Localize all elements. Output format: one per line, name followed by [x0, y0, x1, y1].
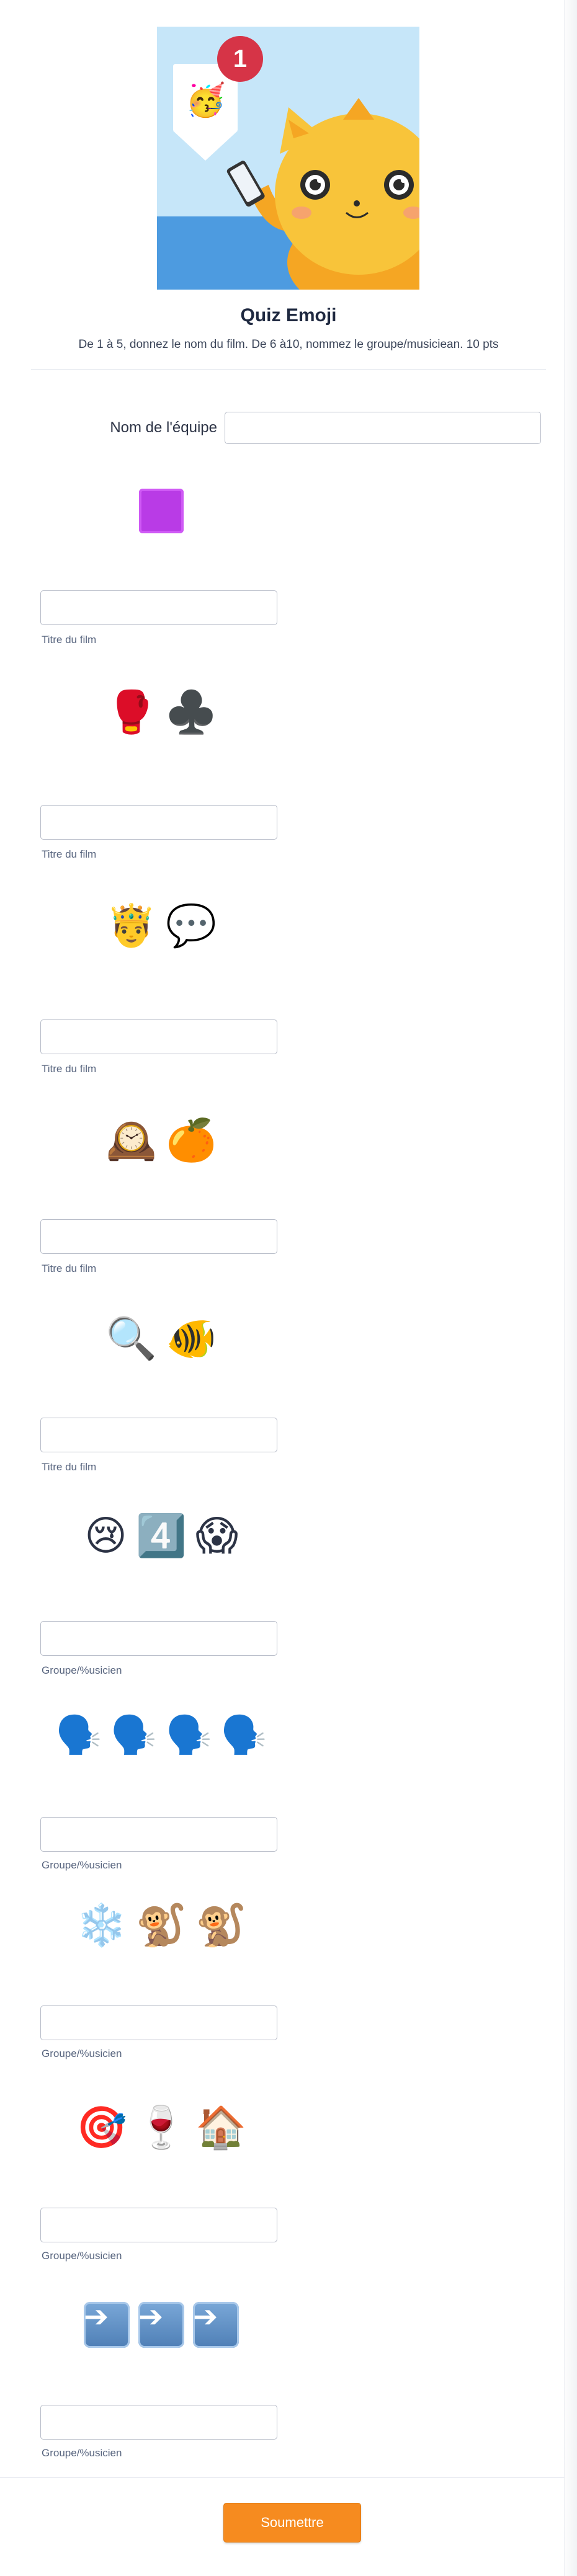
answer-input-10[interactable]	[40, 2405, 277, 2440]
wine-glass-icon: 🍷	[135, 2103, 187, 2151]
answer-sublabel-5: Titre du film	[42, 1461, 97, 1473]
monkey-icon: 🐒	[195, 1901, 247, 1949]
answer-input-2[interactable]	[40, 805, 277, 840]
emoji-clue-10: ➔ ➔ ➔	[40, 2302, 282, 2348]
emoji-clue-3: 🤴 💬	[40, 905, 282, 946]
emoji-clue-8: ❄️ 🐒 🐒	[40, 1905, 282, 1946]
answer-input-9[interactable]	[40, 2208, 277, 2242]
boxing-glove-icon: 🥊	[105, 688, 157, 736]
footer-divider	[0, 2477, 565, 2478]
answer-input-4[interactable]	[40, 1219, 277, 1254]
keycap-four-icon: 4️⃣	[135, 1512, 187, 1560]
submit-button[interactable]: Soumettre	[223, 2503, 361, 2543]
emoji-clue-6: 😢 4️⃣ 😱	[40, 1516, 282, 1557]
right-arrow-icon: ➔	[193, 2302, 239, 2348]
tangerine-icon: 🍊	[166, 1116, 217, 1164]
answer-sublabel-7: Groupe/%usicien	[42, 1859, 122, 1871]
team-name-label: Nom de l'équipe	[110, 419, 217, 436]
party-face-icon: 🥳	[186, 82, 226, 119]
page-scroll-edge	[564, 0, 577, 2576]
speaking-head-icon: 🗣️	[166, 1713, 212, 1757]
crying-face-icon: 😢	[84, 1512, 127, 1560]
house-icon: 🏠	[195, 2103, 247, 2151]
answer-sublabel-3: Titre du film	[42, 1063, 97, 1075]
answer-sublabel-2: Titre du film	[42, 848, 97, 860]
tropical-fish-icon: 🐠	[166, 1315, 217, 1362]
snowflake-icon: ❄️	[76, 1901, 127, 1949]
answer-sublabel-8: Groupe/%usicien	[42, 2048, 122, 2059]
answer-sublabel-10: Groupe/%usicien	[42, 2447, 122, 2459]
emoji-clue-2: 🥊 ♣️	[40, 692, 282, 733]
answer-input-8[interactable]	[40, 2005, 277, 2040]
emoji-clue-9: 🎯 🍷 🏠	[40, 2107, 282, 2148]
form-subtitle: De 1 à 5, donnez le nom du film. De 6 à1…	[78, 338, 499, 351]
emoji-clue-5: 🔍 🐠	[40, 1318, 282, 1359]
speech-balloon-icon: 💬	[166, 902, 217, 949]
magnifying-glass-icon: 🔍	[105, 1315, 157, 1362]
form-title: Quiz Emoji	[240, 305, 337, 326]
answer-input-6[interactable]	[40, 1621, 277, 1656]
notification-badge: 1	[217, 36, 263, 82]
answer-input-1[interactable]	[40, 590, 277, 625]
prince-icon: 🤴	[105, 902, 157, 949]
direct-hit-icon: 🎯	[76, 2103, 127, 2151]
speaking-head-icon: 🗣️	[110, 1713, 157, 1757]
purple-square-icon	[139, 489, 184, 533]
mantelpiece-clock-icon: 🕰️	[105, 1116, 157, 1164]
monkey-icon: 🐒	[135, 1901, 187, 1949]
header-illustration: 🥳 1	[157, 27, 419, 290]
right-arrow-icon: ➔	[84, 2302, 130, 2348]
speaking-head-icon: 🗣️	[55, 1713, 102, 1757]
answer-sublabel-4: Titre du film	[42, 1263, 97, 1274]
answer-sublabel-9: Groupe/%usicien	[42, 2250, 122, 2262]
answer-sublabel-6: Groupe/%usicien	[42, 1664, 122, 1676]
team-name-input[interactable]	[225, 412, 541, 444]
answer-sublabel-1: Titre du film	[42, 634, 97, 646]
club-suit-icon: ♣️	[166, 688, 217, 736]
answer-input-5[interactable]	[40, 1418, 277, 1452]
answer-input-3[interactable]	[40, 1019, 277, 1054]
screaming-face-icon: 😱	[195, 1512, 238, 1560]
header-divider	[31, 369, 546, 370]
speech-bubble-tail	[173, 131, 238, 161]
emoji-clue-4: 🕰️ 🍊	[40, 1120, 282, 1161]
speaking-head-icon: 🗣️	[220, 1713, 267, 1757]
answer-input-7[interactable]	[40, 1817, 277, 1852]
right-arrow-icon: ➔	[138, 2302, 184, 2348]
emoji-clue-7: 🗣️ 🗣️ 🗣️ 🗣️	[40, 1717, 282, 1754]
